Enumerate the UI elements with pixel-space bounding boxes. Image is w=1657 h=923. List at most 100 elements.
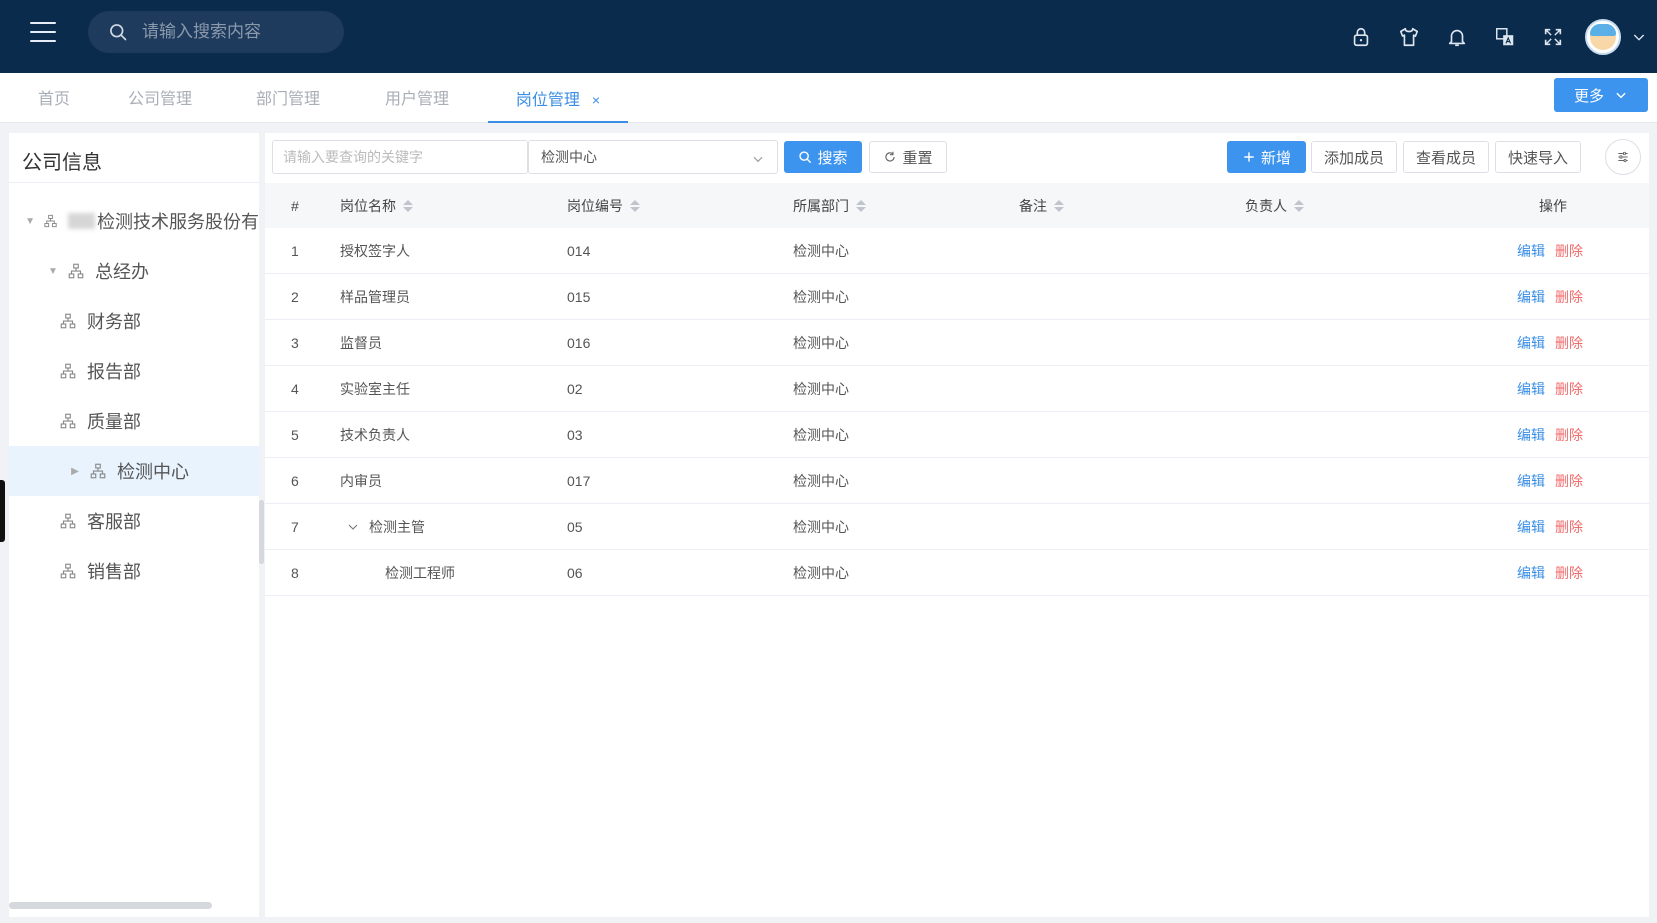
company-tree-panel: 公司信息 ▼ 检测技术服务股份有 ▼ 总经办 财务部 报告部 质量部 ▶ 检测中… [9, 133, 259, 917]
tree-node-company[interactable]: ▼ 检测技术服务股份有 [9, 196, 259, 246]
caret-right-icon[interactable]: ▶ [69, 465, 81, 477]
column-header-name[interactable]: 岗位名称 [340, 183, 413, 228]
cell-dept: 检测中心 [793, 335, 849, 351]
delete-link[interactable]: 删除 [1555, 379, 1583, 399]
sort-icon[interactable] [1054, 199, 1064, 212]
chevron-down-icon[interactable] [347, 521, 359, 533]
caret-down-icon[interactable]: ▼ [25, 215, 35, 227]
tab-department[interactable]: 部门管理 [242, 73, 334, 123]
org-icon [60, 313, 76, 329]
cell-name: 内审员 [340, 473, 382, 489]
add-button-label: 新增 [1260, 149, 1291, 167]
cell-actions: 编辑 删除 [1517, 274, 1583, 320]
delete-link[interactable]: 删除 [1555, 563, 1583, 583]
column-header-owner[interactable]: 负责人 [1245, 183, 1304, 228]
side-drag-handle[interactable] [0, 480, 5, 542]
column-header-code[interactable]: 岗位编号 [567, 183, 640, 228]
plus-icon [1244, 152, 1254, 162]
view-member-button[interactable]: 查看成员 [1403, 141, 1489, 173]
user-avatar[interactable] [1585, 18, 1621, 55]
tree-node-general-office[interactable]: ▼ 总经办 [9, 246, 259, 296]
cell-dept: 检测中心 [793, 289, 849, 305]
org-icon [90, 463, 106, 479]
table-row: 6 内审员 017 检测中心 编辑 删除 [265, 458, 1649, 504]
more-button[interactable]: 更多 [1554, 78, 1648, 112]
column-settings-button[interactable] [1605, 139, 1641, 175]
tree-node-finance[interactable]: 财务部 [9, 296, 259, 346]
quick-import-button[interactable]: 快速导入 [1495, 141, 1581, 173]
menu-toggle-icon[interactable] [30, 22, 56, 44]
cell-index: 3 [291, 335, 299, 351]
fullscreen-icon[interactable] [1529, 13, 1577, 61]
edit-link[interactable]: 编辑 [1517, 333, 1545, 353]
tree-node-report[interactable]: 报告部 [9, 346, 259, 396]
cell-dept: 检测中心 [793, 565, 849, 581]
add-button[interactable]: 新增 [1227, 141, 1306, 173]
tree-node-label: 检测中心 [117, 462, 189, 482]
delete-link[interactable]: 删除 [1555, 425, 1583, 445]
tree-node-label: 客服部 [87, 512, 141, 532]
add-member-button[interactable]: 添加成员 [1311, 141, 1397, 173]
column-header-note[interactable]: 备注 [1019, 183, 1064, 228]
panel-title: 公司信息 [22, 152, 102, 174]
sort-icon[interactable] [856, 199, 866, 212]
tab-company[interactable]: 公司管理 [114, 73, 206, 123]
language-icon[interactable] [1481, 13, 1529, 61]
search-button[interactable]: 搜索 [784, 141, 862, 173]
tab-user[interactable]: 用户管理 [371, 73, 463, 123]
cell-actions: 编辑 删除 [1517, 412, 1583, 458]
global-search-input[interactable] [142, 22, 322, 42]
org-icon [60, 363, 76, 379]
delete-link[interactable]: 删除 [1555, 333, 1583, 353]
tree-node-quality[interactable]: 质量部 [9, 396, 259, 446]
cell-actions: 编辑 删除 [1517, 504, 1583, 550]
edit-link[interactable]: 编辑 [1517, 517, 1545, 537]
delete-link[interactable]: 删除 [1555, 241, 1583, 261]
tabs-bar: 首页 公司管理 部门管理 用户管理 岗位管理 × 更多 [0, 73, 1657, 123]
skin-theme-icon[interactable] [1385, 13, 1433, 61]
sort-icon[interactable] [1294, 199, 1304, 212]
delete-link[interactable]: 删除 [1555, 471, 1583, 491]
sort-icon[interactable] [630, 199, 640, 212]
top-toolbar [1337, 0, 1657, 73]
tab-position[interactable]: 岗位管理 × [488, 73, 628, 123]
edit-link[interactable]: 编辑 [1517, 425, 1545, 445]
cell-index: 1 [291, 243, 299, 259]
column-header-dept[interactable]: 所属部门 [793, 183, 866, 228]
keyword-search-input[interactable] [272, 140, 528, 174]
tab-label: 用户管理 [384, 91, 449, 108]
cell-index: 5 [291, 427, 299, 443]
tab-label: 部门管理 [255, 91, 320, 108]
edit-link[interactable]: 编辑 [1517, 241, 1545, 261]
cell-actions: 编辑 删除 [1517, 458, 1583, 504]
tree-node-customer-service[interactable]: 客服部 [9, 496, 259, 546]
cell-name: 监督员 [340, 335, 382, 351]
tree-node-testing-center[interactable]: ▶ 检测中心 [9, 446, 259, 496]
edit-link[interactable]: 编辑 [1517, 471, 1545, 491]
bell-icon[interactable] [1433, 13, 1481, 61]
delete-link[interactable]: 删除 [1555, 517, 1583, 537]
tab-home[interactable]: 首页 [20, 73, 88, 123]
sort-icon[interactable] [403, 199, 413, 212]
edit-link[interactable]: 编辑 [1517, 287, 1545, 307]
panel-resize-handle[interactable] [259, 500, 264, 564]
chevron-down-icon[interactable] [1621, 13, 1657, 61]
close-icon[interactable]: × [592, 73, 600, 127]
edit-link[interactable]: 编辑 [1517, 379, 1545, 399]
chevron-down-icon [1616, 92, 1626, 99]
column-header-label: 岗位编号 [567, 197, 623, 214]
delete-link[interactable]: 删除 [1555, 287, 1583, 307]
horizontal-scrollbar[interactable] [9, 902, 212, 909]
cell-code: 014 [567, 243, 591, 259]
edit-link[interactable]: 编辑 [1517, 563, 1545, 583]
cell-name: 检测工程师 [385, 565, 455, 581]
cell-code: 03 [567, 427, 583, 443]
department-select[interactable]: 检测中心 [528, 140, 778, 174]
cell-name: 检测主管 [347, 504, 425, 550]
reset-button[interactable]: 重置 [869, 141, 947, 173]
tree-node-sales[interactable]: 销售部 [9, 546, 259, 596]
org-icon [60, 413, 76, 429]
column-header-label: 操作 [1539, 197, 1567, 214]
lock-icon[interactable] [1337, 13, 1385, 61]
caret-down-icon[interactable]: ▼ [47, 265, 59, 277]
